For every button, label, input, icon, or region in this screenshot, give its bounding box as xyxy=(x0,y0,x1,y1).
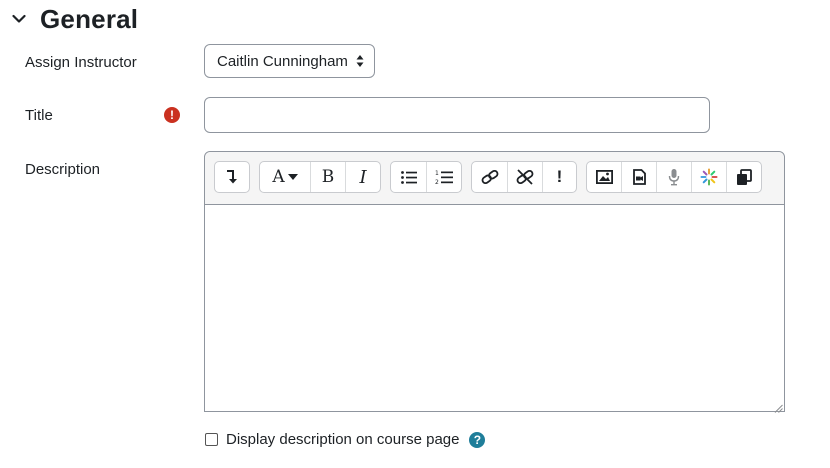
title-label: Title xyxy=(25,107,53,124)
accessibility-checker-button[interactable]: ! xyxy=(543,162,576,192)
unordered-list-icon xyxy=(400,170,417,184)
manage-files-icon xyxy=(736,168,752,186)
unlink-icon xyxy=(515,169,535,185)
toolbar-group-lists: 12 xyxy=(390,161,462,193)
title-input[interactable] xyxy=(204,97,710,133)
ordered-list-icon: 12 xyxy=(435,170,453,185)
svg-text:1: 1 xyxy=(435,170,439,177)
section-title: General xyxy=(40,3,139,34)
svg-text:2: 2 xyxy=(435,179,439,185)
image-icon xyxy=(595,170,613,184)
italic-button[interactable]: I xyxy=(346,162,380,192)
record-audio-button[interactable] xyxy=(657,162,692,192)
caret-down-icon xyxy=(287,174,298,180)
collapse-button[interactable] xyxy=(215,162,249,192)
toolbar-group-links: ! xyxy=(471,161,577,193)
display-description-checkbox[interactable] xyxy=(205,433,218,446)
assign-instructor-select[interactable]: Caitlin Cunningham xyxy=(204,44,375,78)
select-arrows-icon xyxy=(356,54,364,68)
font-style-button[interactable]: A xyxy=(260,162,311,192)
media-icon xyxy=(632,169,646,185)
required-icon: ! xyxy=(164,107,180,123)
ordered-list-button[interactable]: 12 xyxy=(427,162,461,192)
h5p-button[interactable] xyxy=(692,162,727,192)
image-button[interactable] xyxy=(587,162,622,192)
unlink-button[interactable] xyxy=(508,162,543,192)
toolbar-group-collapse xyxy=(214,161,250,193)
display-description-row: Display description on course page ? xyxy=(204,431,486,448)
h5p-icon xyxy=(700,168,718,186)
assign-instructor-label: Assign Instructor xyxy=(25,54,137,71)
unordered-list-button[interactable] xyxy=(391,162,427,192)
editor-toolbar: A B I 12 ! xyxy=(205,152,784,205)
record-audio-icon xyxy=(668,168,680,186)
assign-instructor-value: Caitlin Cunningham xyxy=(217,52,348,70)
bold-icon: B xyxy=(321,167,335,187)
link-icon xyxy=(480,169,500,185)
manage-files-button[interactable] xyxy=(727,162,761,192)
description-label: Description xyxy=(25,161,101,178)
description-editor: A B I 12 ! xyxy=(204,151,785,413)
description-textarea[interactable] xyxy=(205,204,784,411)
help-icon[interactable]: ? xyxy=(469,431,486,448)
chevron-down-icon[interactable] xyxy=(8,8,30,30)
display-description-label[interactable]: Display description on course page xyxy=(226,431,459,448)
toolbar-group-media xyxy=(586,161,762,193)
resize-handle-icon[interactable] xyxy=(773,400,783,413)
media-button[interactable] xyxy=(622,162,657,192)
collapse-icon xyxy=(225,169,239,185)
accessibility-checker-icon: ! xyxy=(556,167,563,186)
bold-button[interactable]: B xyxy=(311,162,346,192)
italic-icon: I xyxy=(359,166,367,188)
link-button[interactable] xyxy=(472,162,508,192)
font-style-icon: A xyxy=(272,167,285,187)
toolbar-group-text: A B I xyxy=(259,161,381,193)
section-header-general[interactable]: General xyxy=(8,2,138,36)
